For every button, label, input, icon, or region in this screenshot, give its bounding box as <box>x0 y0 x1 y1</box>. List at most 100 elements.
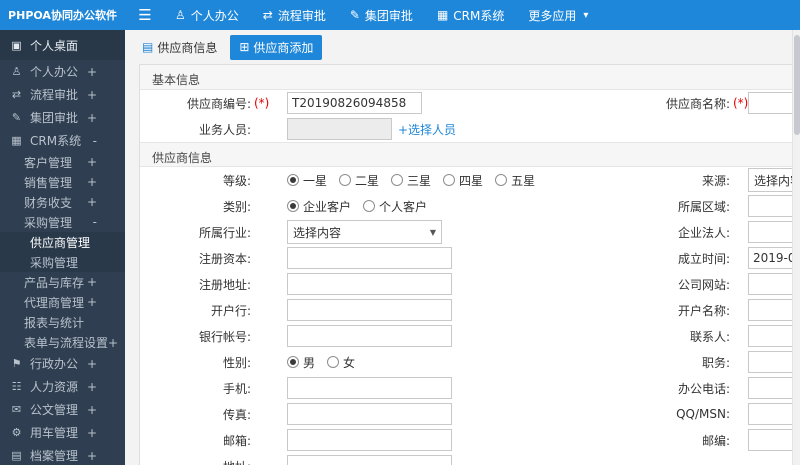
scrollbar-thumb[interactable] <box>794 35 800 135</box>
sidebar-item-crm-system[interactable]: ▦ CRM系统 - <box>0 129 125 152</box>
registered-address-label: 注册地址: <box>198 277 251 292</box>
account-name-label: 开户名称: <box>677 303 730 318</box>
grade-radio-3[interactable]: 四星 <box>443 172 483 189</box>
caret-down-icon: ▾ <box>583 9 589 21</box>
category-radio-1[interactable]: 个人客户 <box>363 198 427 215</box>
collapse-icon[interactable]: - <box>93 215 97 229</box>
form-row: 地址: <box>140 453 800 465</box>
form-row: 银行帐号: 联系人: <box>140 323 800 349</box>
doc-icon: ✉ <box>11 403 22 416</box>
nav-item-label: 个人办公 <box>190 8 239 23</box>
topbar: PHPOA协同办公软件 ☰ ♙ 个人办公 ⇄ 流程审批 ✎ 集团审批 ▦ CRM系统 更多应用 ▾ <box>0 0 800 30</box>
form-row: 手机: 办公电话: <box>140 375 800 401</box>
nav-item-crm-system[interactable]: ▦ CRM系统 <box>433 0 508 30</box>
form-row: 邮箱: 邮编: <box>140 427 800 453</box>
nav-item-flow-approval[interactable]: ⇄ 流程审批 <box>259 0 330 30</box>
form-row: 等级:一星二星三星四星五星来源:选择内容▼ <box>140 167 800 193</box>
sidebar-item-archive-mgmt[interactable]: ▤ 档案管理 + <box>0 444 125 465</box>
flow-icon: ⇄ <box>262 8 273 22</box>
expand-icon[interactable]: + <box>87 155 97 169</box>
sidebar-item-sales-mgmt[interactable]: 销售管理 + <box>0 172 125 192</box>
expand-icon[interactable]: + <box>87 295 97 309</box>
expand-icon[interactable]: + <box>87 357 97 371</box>
fax-label: 传真: <box>222 407 251 422</box>
radio-icon <box>363 200 376 212</box>
sidebar-item-form-flow-settings[interactable]: 表单与流程设置+ <box>0 332 125 352</box>
tab-supplier-info[interactable]: ▤ 供应商信息 <box>133 35 226 60</box>
expand-icon[interactable]: + <box>87 65 97 79</box>
grade-radio-4[interactable]: 五星 <box>495 172 535 189</box>
bank-input[interactable] <box>287 299 452 321</box>
sidebar-item-vehicle-mgmt[interactable]: ⚙ 用车管理 + <box>0 421 125 444</box>
registered-address-input[interactable] <box>287 273 452 295</box>
sidebar-item-product-inventory[interactable]: 产品与库存 + <box>0 272 125 292</box>
expand-icon[interactable]: + <box>87 111 97 125</box>
sidebar-item-human-resources[interactable]: ☷ 人力资源 + <box>0 375 125 398</box>
sidebar-item-label: 流程审批 <box>30 88 79 102</box>
grade-radio-0[interactable]: 一星 <box>287 172 327 189</box>
supplier-code-label: 供应商编号: <box>186 96 251 111</box>
sidebar-item-supplier-mgmt[interactable]: 供应商管理 <box>0 232 125 252</box>
form-row: 性别: 男 女 职务: <box>140 349 800 375</box>
sidebar-item-label: 采购管理 <box>24 215 73 230</box>
grade-radio-2[interactable]: 三星 <box>391 172 431 189</box>
gender-radio-label: 男 <box>303 355 316 370</box>
sidebar-item-purchasing[interactable]: 采购管理 <box>0 252 125 272</box>
expand-icon[interactable]: + <box>87 403 97 417</box>
address-input[interactable] <box>287 455 452 465</box>
supplier-name-label: 供应商名称: <box>665 96 730 111</box>
sidebar-item-agent-mgmt[interactable]: 代理商管理 + <box>0 292 125 312</box>
expand-icon[interactable]: + <box>87 426 97 440</box>
nav-item-more-apps[interactable]: 更多应用 ▾ <box>524 0 592 30</box>
expand-icon[interactable]: + <box>87 88 97 102</box>
mobile-input[interactable] <box>287 377 452 399</box>
collapse-icon[interactable]: - <box>93 134 97 148</box>
postcode-label: 邮编: <box>701 433 730 448</box>
select-person-link[interactable]: +选择人员 <box>398 121 456 138</box>
nav-item-group-approval[interactable]: ✎ 集团审批 <box>346 0 417 30</box>
admin-icon: ⚑ <box>11 357 22 370</box>
sidebar-item-finance[interactable]: 财务收支 + <box>0 192 125 212</box>
gender-radio-1[interactable]: 女 <box>327 354 355 371</box>
sidebar-item-group-approval[interactable]: ✎ 集团审批 + <box>0 106 125 129</box>
category-radio-0[interactable]: 企业客户 <box>287 198 351 215</box>
sidebar-item-personal-desktop[interactable]: ▣ 个人桌面 <box>0 30 125 60</box>
sidebar-item-flow-approval[interactable]: ⇄ 流程审批 + <box>0 83 125 106</box>
form-row: 传真: QQ/MSN: <box>140 401 800 427</box>
industry-select[interactable]: 选择内容 ▼ <box>287 220 442 244</box>
category-radio-label: 企业客户 <box>303 199 352 214</box>
registered-capital-label: 注册资本: <box>198 251 251 266</box>
desktop-icon: ▣ <box>11 38 22 52</box>
radio-icon <box>443 174 456 186</box>
sidebar-item-customer-mgmt[interactable]: 客户管理 + <box>0 152 125 172</box>
fax-input[interactable] <box>287 403 452 425</box>
sidebar-item-label: 个人桌面 <box>30 38 79 53</box>
sidebar: ▣ 个人桌面 ♙ 个人办公 + ⇄ 流程审批 + ✎ 集团审批 + ▦ CRM系统 - 客户管理 + 销售管理 +… <box>0 30 125 465</box>
expand-icon[interactable]: + <box>87 275 97 289</box>
tab-supplier-add[interactable]: ⊞ 供应商添加 <box>230 34 323 60</box>
grade-radio-1[interactable]: 二星 <box>339 172 379 189</box>
nav-item-personal-office[interactable]: ♙ 个人办公 <box>171 0 243 30</box>
sidebar-item-label: 个人办公 <box>30 65 79 79</box>
supplier-code-required: (*) <box>254 96 270 110</box>
expand-icon[interactable]: + <box>87 380 97 394</box>
bank-account-input[interactable] <box>287 325 452 347</box>
grade-radio-label: 二星 <box>355 173 380 188</box>
staff-input[interactable] <box>287 118 392 140</box>
email-input[interactable] <box>287 429 452 451</box>
sidebar-item-doc-mgmt[interactable]: ✉ 公文管理 + <box>0 398 125 421</box>
registered-capital-input[interactable] <box>287 247 452 269</box>
flow-icon: ⇄ <box>11 88 22 101</box>
sidebar-item-reports-stats[interactable]: 报表与统计 <box>0 312 125 332</box>
sidebar-item-purchase-mgmt[interactable]: 采购管理 - <box>0 212 125 232</box>
sidebar-item-personal-office[interactable]: ♙ 个人办公 + <box>0 60 125 83</box>
menu-icon[interactable]: ☰ <box>131 6 159 24</box>
address-label: 地址: <box>140 458 251 465</box>
supplier-code-input[interactable] <box>287 92 422 114</box>
expand-icon[interactable]: + <box>87 449 97 463</box>
gender-radio-0[interactable]: 男 <box>287 354 315 371</box>
sidebar-item-admin-office[interactable]: ⚑ 行政办公 + <box>0 352 125 375</box>
expand-icon[interactable]: + <box>87 195 97 209</box>
sidebar-item-label: 集团审批 <box>30 111 79 125</box>
expand-icon[interactable]: + <box>87 175 97 189</box>
